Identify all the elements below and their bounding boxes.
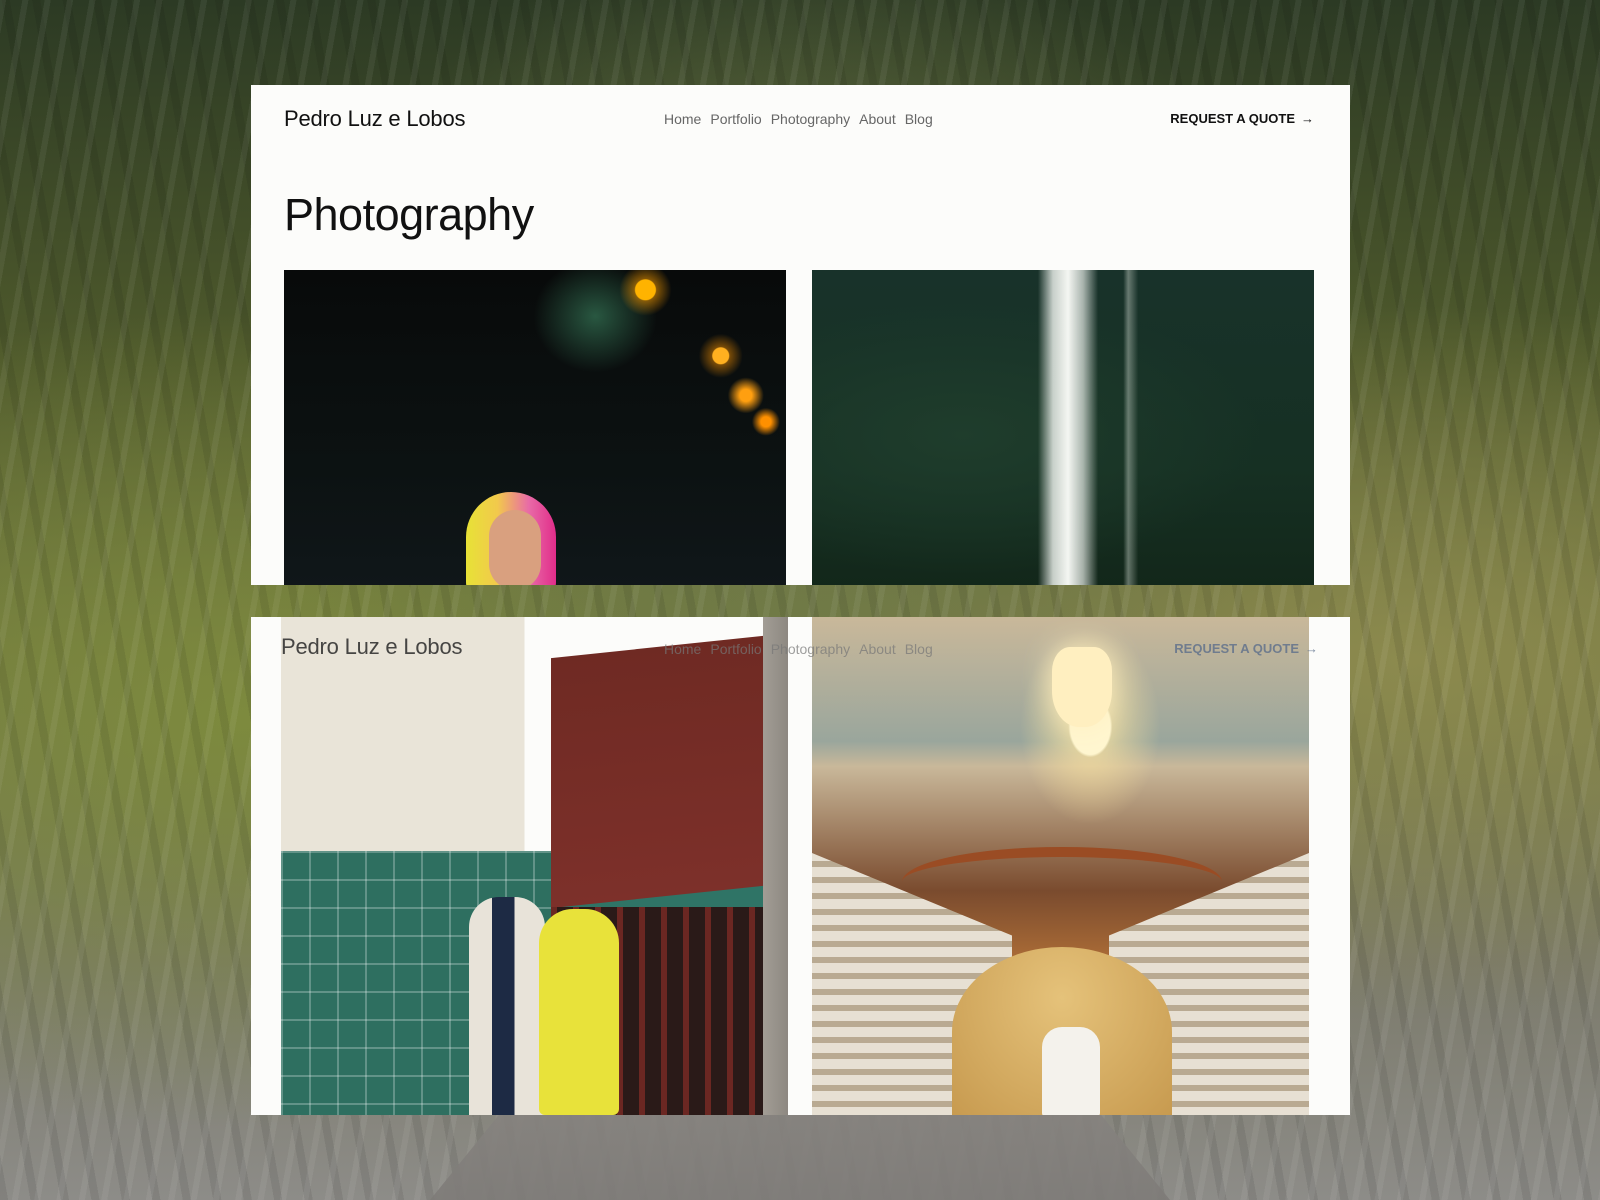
gallery-photo-neon-portrait[interactable] [284,270,786,585]
overlay-site-header: Pedro Luz e Lobos Home Portfolio Photogr… [251,617,1350,685]
overlay-main-nav: Home Portfolio Photography About Blog [664,641,933,657]
photo-groom [469,897,545,1115]
photo-stone-column [763,617,788,1115]
page-title: Photography [284,189,534,240]
photo-subject-face [489,510,541,585]
photo-bride-dress [1042,1027,1100,1115]
site-brand[interactable]: Pedro Luz e Lobos [284,106,465,132]
photo-railing [902,847,1222,917]
arrow-right-icon: → [1301,111,1314,126]
request-quote-button[interactable]: REQUEST A QUOTE → [1170,111,1314,126]
page-panel-bottom: Pedro Luz e Lobos Home Portfolio Photogr… [251,617,1350,1115]
nav-blog[interactable]: Blog [905,111,933,127]
gallery-photo-couple-tiles[interactable] [281,617,788,1115]
overlay-nav-photography[interactable]: Photography [771,641,850,657]
request-quote-label: REQUEST A QUOTE [1170,111,1295,126]
main-nav: Home Portfolio Photography About Blog [664,111,933,127]
gallery-photo-waterfall[interactable] [812,270,1314,585]
gallery-photo-staircase-bride[interactable] [812,617,1309,1115]
overlay-request-quote-label: REQUEST A QUOTE [1174,641,1299,656]
site-header: Pedro Luz e Lobos Home Portfolio Photogr… [251,85,1350,153]
page-panel-top: Pedro Luz e Lobos Home Portfolio Photogr… [251,85,1350,585]
nav-portfolio[interactable]: Portfolio [710,111,761,127]
nav-home[interactable]: Home [664,111,701,127]
arrow-right-icon: → [1305,641,1318,656]
photo-bride [539,909,619,1115]
overlay-nav-blog[interactable]: Blog [905,641,933,657]
overlay-nav-home[interactable]: Home [664,641,701,657]
nav-photography[interactable]: Photography [771,111,850,127]
overlay-site-brand[interactable]: Pedro Luz e Lobos [281,634,462,660]
overlay-request-quote-button[interactable]: REQUEST A QUOTE → [1174,641,1318,656]
nav-about[interactable]: About [859,111,896,127]
overlay-nav-portfolio[interactable]: Portfolio [710,641,761,657]
overlay-nav-about[interactable]: About [859,641,896,657]
